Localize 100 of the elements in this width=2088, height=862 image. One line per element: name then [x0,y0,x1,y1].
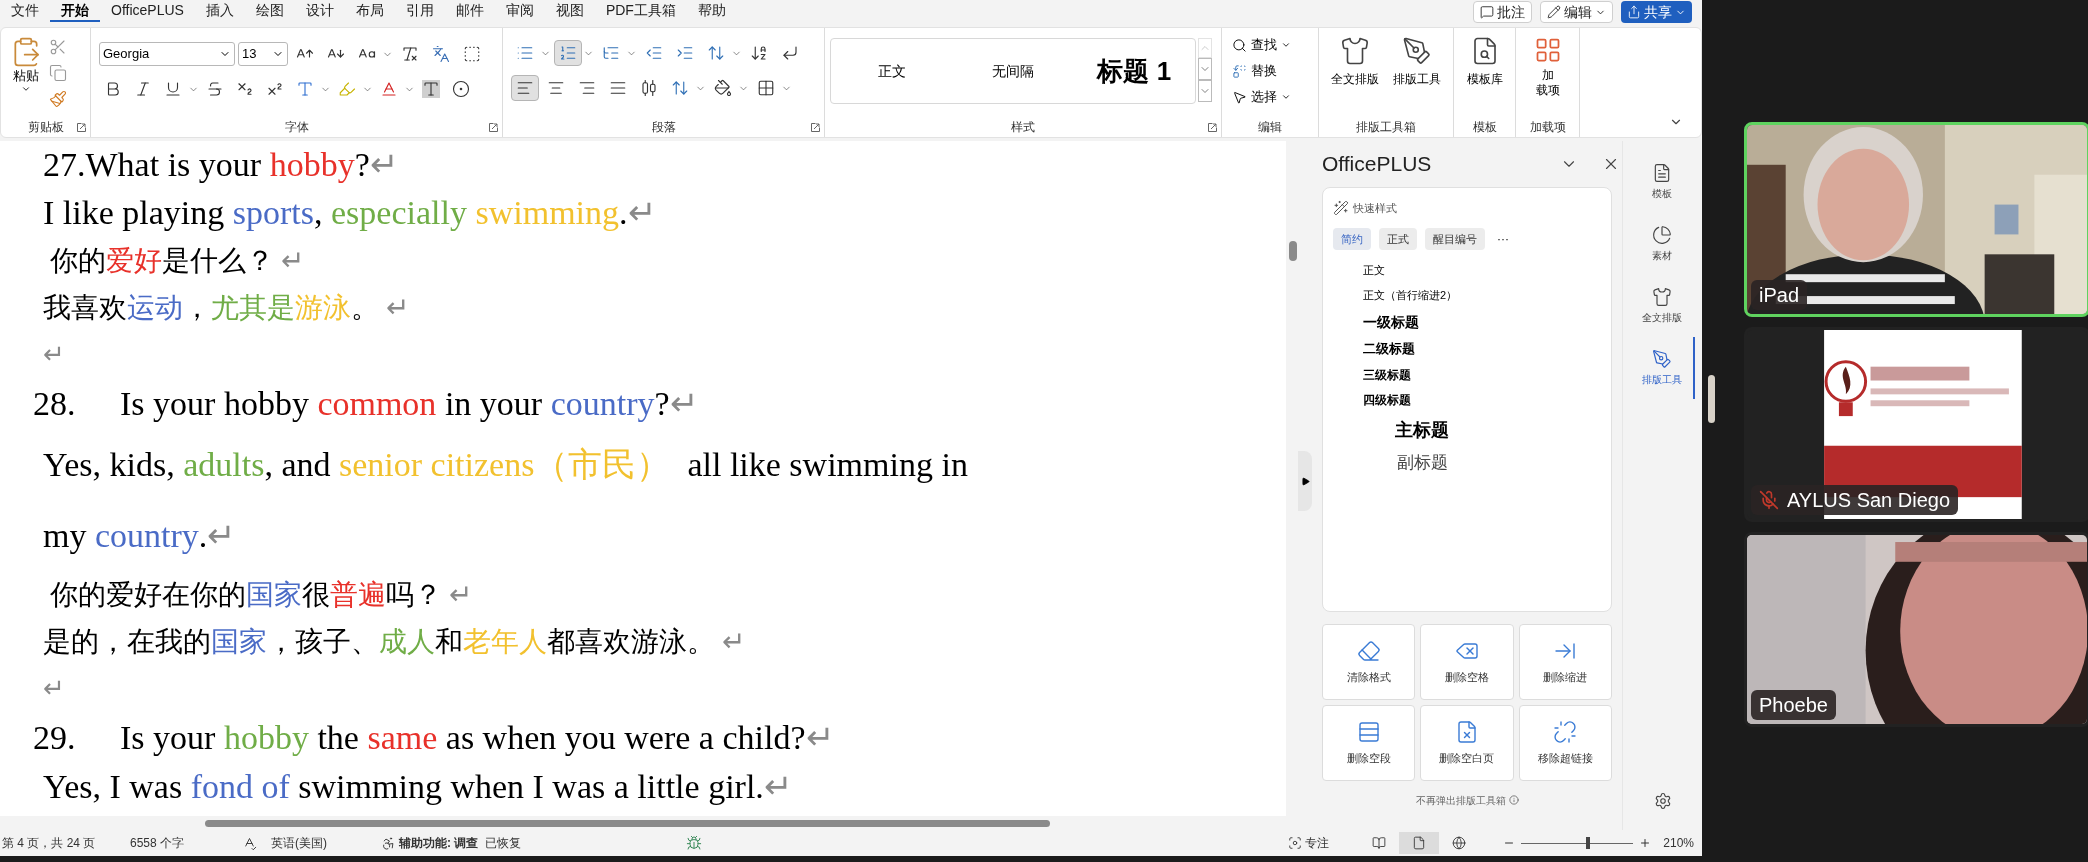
document-line: I like playing sports, especially swimming.↵ [43,193,656,233]
proofing-icon[interactable] [242,835,257,851]
style-option[interactable]: 副标题 [1333,447,1601,479]
collapse-handle[interactable] [1298,451,1312,511]
settings-icon[interactable] [1653,792,1672,810]
document-line: 27.What is your hobby?↵ [43,145,398,185]
align-left[interactable] [511,75,539,101]
participant-name: iPad [1759,283,1800,308]
find-button[interactable]: 查找 [1232,34,1291,56]
zoom-level[interactable]: 210% [1663,834,1694,852]
card-title: 快速样式 [1353,200,1397,216]
style-item[interactable]: 无间隔 [952,39,1074,103]
borders-icon [757,79,775,97]
video-tile[interactable]: iPad [1744,122,2088,317]
template-library-button[interactable]: 模板库 [1454,28,1515,88]
video-tile[interactable]: Phoebe [1744,532,2088,727]
style-option[interactable]: 三级标题 [1333,362,1601,387]
replace-button[interactable]: 替换 [1232,60,1291,82]
video-tile[interactable]: AYLUS San Diego [1744,327,2088,522]
style-tab[interactable]: 正式 [1379,228,1417,250]
style-tab[interactable]: 简约 [1333,228,1371,250]
style-option[interactable]: 一级标题 [1333,308,1601,336]
style-item[interactable]: 标题 1 [1073,39,1195,103]
font-family-dropdown[interactable]: Georgia [99,42,235,66]
menu-tab[interactable]: 设计 [294,0,345,22]
panel-scroll-handle[interactable] [1708,375,1715,423]
view-button[interactable] [1399,832,1440,854]
style-option[interactable]: 二级标题 [1333,336,1601,362]
menu-tab[interactable]: 绘图 [244,0,295,22]
more-button[interactable]: ··· [1497,230,1509,248]
character-border-icon [463,45,481,63]
shirt-icon [1340,36,1370,66]
accessibility-status[interactable]: 辅助功能: 调查 [399,834,485,852]
style-option[interactable]: 主标题 [1333,413,1601,447]
link-icon [1553,719,1578,744]
zoom-in-icon[interactable] [1639,837,1652,849]
tool-button[interactable]: 清除格式 [1322,624,1416,700]
format-painter-icon[interactable] [49,90,67,108]
recovered-status: 已恢复 [485,835,522,852]
menu-tab[interactable]: 布局 [344,0,395,22]
layout-tool-button[interactable]: 排版工具 [1387,36,1447,88]
document-line: ↵ [43,339,65,371]
select-button[interactable]: 选择 [1232,86,1291,108]
dialog-launcher-icon[interactable] [811,123,820,132]
word-count[interactable]: 6558 个字 [130,834,242,852]
menu-tab[interactable]: 开始 [50,0,100,22]
cut-icon[interactable] [49,38,67,56]
style-item[interactable]: 正文 [831,39,953,103]
group-label: 剪贴板 [27,119,64,135]
font-size-dropdown[interactable]: 13 [238,42,288,66]
paste-button[interactable]: 粘贴 [9,36,43,108]
style-option[interactable]: 正文 [1333,258,1601,283]
layout-tool-button[interactable]: 全文排版 [1325,36,1385,88]
menu-tab[interactable]: 插入 [194,0,245,22]
copy-icon[interactable] [49,64,67,82]
tool-button[interactable]: 删除空段 [1322,705,1416,781]
paragraph-icon [1356,719,1381,744]
edit-button[interactable]: 编辑 [1540,1,1613,23]
focus-button[interactable]: 专注 [1288,834,1330,852]
style-tab[interactable]: 醒目编号 [1425,228,1485,250]
dialog-launcher-icon[interactable] [77,123,86,132]
menu-tab[interactable]: 邮件 [444,0,495,22]
language-status[interactable]: 英语(美国) [271,834,381,852]
numbering-list[interactable] [554,40,582,66]
material-icon [1651,225,1672,245]
menu-tab[interactable]: 审阅 [494,0,545,22]
dialog-launcher-icon[interactable] [489,123,498,132]
zoom-slider[interactable] [1521,837,1634,849]
rail-item[interactable]: 排版工具 [1630,337,1695,399]
menu-tab[interactable]: 帮助 [686,0,737,22]
font-family-value: Georgia [103,45,150,64]
group-label: 样式 [1011,119,1035,135]
style-option[interactable]: 正文（首行缩进2） [1333,283,1601,308]
group-label: 段落 [651,119,676,135]
share-button[interactable]: 共享 [1621,1,1692,23]
menu-tab[interactable]: OfficePLUS [100,0,195,22]
align-center-icon [547,79,565,97]
bug-icon [685,835,703,851]
tool-button[interactable]: 删除缩进 [1518,624,1612,700]
comment-button[interactable]: 批注 [1473,1,1532,23]
shading-icon [714,79,732,97]
rail-item[interactable]: 全文排版 [1630,275,1695,337]
clear-icon [1356,638,1381,663]
tool-button[interactable]: 删除空白页 [1420,705,1514,781]
tool-button[interactable]: 删除空格 [1420,624,1514,700]
document-line: Yes, kids, adults, and senior citizens（市民） all like swimming in [43,444,968,485]
rail-item[interactable]: 素材 [1630,213,1695,275]
page-count[interactable]: 第 4 页，共 24 页 [2,834,130,852]
style-option[interactable]: 四级标题 [1333,387,1601,413]
dialog-launcher-icon[interactable] [1208,123,1217,132]
menu-tab[interactable]: 视图 [544,0,595,22]
horizontal-scrollbar[interactable] [0,816,1300,830]
add-ins-button[interactable]: 加载项 [1516,28,1579,98]
accessibility-icon [381,835,396,851]
menu-tab[interactable]: PDF工具箱 [594,0,687,22]
menu-tab[interactable]: 引用 [394,0,445,22]
menu-tab[interactable]: 文件 [0,0,50,22]
tool-button[interactable]: 移除超链接 [1518,705,1612,781]
footer-link[interactable]: 不再弹出排版工具箱 [1415,792,1506,808]
rail-item[interactable]: 模板 [1630,151,1695,213]
